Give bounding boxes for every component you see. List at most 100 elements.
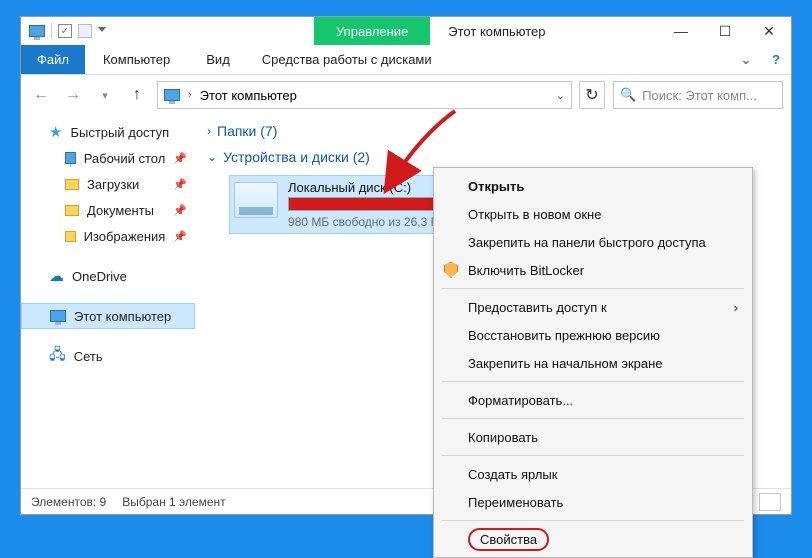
sidebar-item-network[interactable]: 🖧 Сеть bbox=[21, 343, 195, 369]
refresh-button[interactable]: ↻ bbox=[579, 81, 605, 109]
maximize-button[interactable]: ☐ bbox=[703, 17, 747, 45]
folder-icon bbox=[65, 231, 76, 242]
search-icon: 🔍 bbox=[620, 87, 636, 103]
ribbon-contextual-manage[interactable]: Управление bbox=[314, 17, 430, 45]
minimize-button[interactable]: — bbox=[659, 17, 703, 45]
search-box[interactable]: 🔍 Поиск: Этот комп... bbox=[613, 81, 783, 109]
menu-item-pin-quick-access[interactable]: Закрепить на панели быстрого доступа bbox=[434, 228, 752, 256]
sidebar-label: Изображения bbox=[84, 229, 166, 244]
app-icon bbox=[29, 25, 45, 37]
nav-back-button[interactable]: ← bbox=[29, 83, 53, 107]
shield-icon bbox=[442, 261, 460, 279]
drive-icon bbox=[234, 182, 278, 218]
pc-icon bbox=[50, 310, 66, 322]
address-icon bbox=[164, 89, 180, 101]
menu-item-create-shortcut[interactable]: Создать ярлык bbox=[434, 460, 752, 488]
tab-computer[interactable]: Компьютер bbox=[85, 45, 188, 74]
menu-item-bitlocker[interactable]: Включить BitLocker bbox=[434, 256, 752, 284]
menu-item-format[interactable]: Форматировать... bbox=[434, 386, 752, 414]
status-item-count: Элементов: 9 bbox=[31, 495, 106, 509]
menu-item-label: Открыть в новом окне bbox=[468, 207, 601, 222]
qat-properties-checked[interactable]: ✓ bbox=[58, 24, 72, 38]
pin-icon: 📌 bbox=[173, 230, 195, 243]
menu-item-label: Свойства bbox=[480, 532, 537, 547]
menu-separator bbox=[442, 288, 744, 289]
sidebar-item-documents[interactable]: Документы 📌 bbox=[21, 197, 195, 223]
annotation-highlight: Свойства bbox=[468, 528, 549, 551]
qat-separator bbox=[51, 23, 52, 39]
nav-forward-button[interactable]: → bbox=[61, 83, 85, 107]
menu-item-label: Открыть bbox=[468, 179, 524, 194]
nav-bar: ← → ▾ ↑ › Этот компьютер ⌄ ↻ 🔍 Поиск: Эт… bbox=[21, 75, 791, 115]
menu-item-label: Закрепить на панели быстрого доступа bbox=[468, 235, 706, 250]
tab-view[interactable]: Вид bbox=[188, 45, 248, 74]
chevron-right-icon: › bbox=[207, 124, 211, 138]
qat-new-folder-icon[interactable] bbox=[78, 24, 92, 38]
qat-customize-dropdown[interactable] bbox=[98, 27, 106, 35]
menu-item-open[interactable]: Открыть bbox=[434, 172, 752, 200]
menu-item-label: Предоставить доступ к bbox=[468, 300, 607, 315]
group-devices[interactable]: ⌄ Устройства и диски (2) bbox=[207, 149, 779, 165]
sidebar-label: Загрузки bbox=[87, 177, 139, 192]
menu-item-pin-start[interactable]: Закрепить на начальном экране bbox=[434, 349, 752, 377]
pin-icon: 📌 bbox=[173, 204, 195, 217]
address-location[interactable]: Этот компьютер bbox=[200, 88, 297, 103]
menu-item-restore-previous[interactable]: Восстановить прежнюю версию bbox=[434, 321, 752, 349]
folder-icon bbox=[65, 205, 79, 216]
network-icon: 🖧 bbox=[49, 344, 66, 369]
nav-up-button[interactable]: ↑ bbox=[125, 83, 149, 107]
menu-item-properties[interactable]: Свойства bbox=[434, 525, 752, 553]
menu-item-label: Восстановить прежнюю версию bbox=[468, 328, 660, 343]
menu-separator bbox=[442, 418, 744, 419]
group-folders[interactable]: › Папки (7) bbox=[207, 123, 779, 139]
window-title: Этот компьютер bbox=[430, 17, 659, 45]
address-bar[interactable]: › Этот компьютер ⌄ bbox=[157, 81, 572, 109]
menu-item-label: Закрепить на начальном экране bbox=[468, 356, 663, 371]
nav-pane: ★ Быстрый доступ Рабочий стол 📌 Загрузки… bbox=[21, 115, 195, 488]
sidebar-item-this-pc[interactable]: Этот компьютер bbox=[21, 303, 195, 329]
menu-item-label: Создать ярлык bbox=[468, 467, 557, 482]
pin-icon: 📌 bbox=[173, 152, 195, 165]
ribbon-tabs: Файл Компьютер Вид Средства работы с дис… bbox=[21, 45, 791, 75]
sidebar-label: Сеть bbox=[74, 349, 103, 364]
sidebar-item-onedrive[interactable]: ☁ OneDrive bbox=[21, 263, 195, 289]
menu-item-copy[interactable]: Копировать bbox=[434, 423, 752, 451]
window-controls: — ☐ ✕ bbox=[659, 17, 791, 45]
menu-item-open-new-window[interactable]: Открыть в новом окне bbox=[434, 200, 752, 228]
sidebar-item-quick-access[interactable]: ★ Быстрый доступ bbox=[21, 119, 195, 145]
submenu-arrow-icon: › bbox=[734, 300, 738, 315]
desktop-icon bbox=[65, 152, 76, 164]
title-bar: ✓ Управление Этот компьютер — ☐ ✕ bbox=[21, 17, 791, 45]
pin-icon: 📌 bbox=[173, 178, 195, 191]
ribbon-expand-button[interactable]: ⌄ bbox=[731, 45, 761, 74]
view-large-icons-button[interactable] bbox=[759, 493, 781, 511]
menu-item-label: Форматировать... bbox=[468, 393, 573, 408]
tab-file[interactable]: Файл bbox=[21, 45, 85, 74]
sidebar-label: Этот компьютер bbox=[74, 309, 171, 324]
menu-item-rename[interactable]: Переименовать bbox=[434, 488, 752, 516]
menu-item-label: Копировать bbox=[468, 430, 538, 445]
sidebar-item-downloads[interactable]: Загрузки 📌 bbox=[21, 171, 195, 197]
sidebar-item-desktop[interactable]: Рабочий стол 📌 bbox=[21, 145, 195, 171]
status-selection: Выбран 1 элемент bbox=[122, 495, 225, 509]
sidebar-label: OneDrive bbox=[72, 269, 127, 284]
star-icon: ★ bbox=[49, 123, 62, 141]
menu-separator bbox=[442, 520, 744, 521]
menu-separator bbox=[442, 455, 744, 456]
context-menu: Открыть Открыть в новом окне Закрепить н… bbox=[433, 167, 753, 558]
address-dropdown[interactable]: ⌄ bbox=[556, 89, 565, 102]
group-label: Устройства и диски (2) bbox=[223, 149, 370, 165]
nav-recent-dropdown[interactable]: ▾ bbox=[93, 83, 117, 107]
cloud-icon: ☁ bbox=[49, 267, 64, 285]
tab-drive-tools[interactable]: Средства работы с дисками bbox=[248, 45, 446, 74]
sidebar-label: Рабочий стол bbox=[84, 151, 166, 166]
close-button[interactable]: ✕ bbox=[747, 17, 791, 45]
help-button[interactable]: ? bbox=[761, 45, 791, 74]
address-crumb-chevron[interactable]: › bbox=[188, 89, 192, 101]
sidebar-label: Быстрый доступ bbox=[70, 125, 169, 140]
menu-item-label: Переименовать bbox=[468, 495, 563, 510]
menu-item-give-access[interactable]: Предоставить доступ к › bbox=[434, 293, 752, 321]
sidebar-item-pictures[interactable]: Изображения 📌 bbox=[21, 223, 195, 249]
sidebar-label: Документы bbox=[87, 203, 154, 218]
group-label: Папки (7) bbox=[217, 123, 277, 139]
